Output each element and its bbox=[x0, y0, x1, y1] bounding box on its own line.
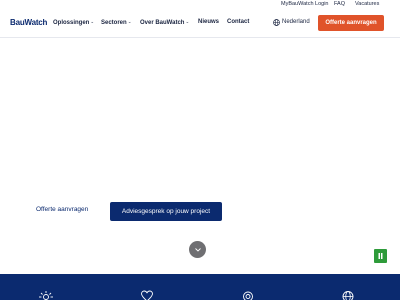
chevron-down-icon: ⌄ bbox=[185, 19, 190, 24]
nav-item-label: Oplossingen bbox=[53, 20, 90, 26]
heart-icon bbox=[141, 290, 153, 300]
globe-icon bbox=[273, 19, 280, 26]
bauwatch-logo[interactable]: BauWatch bbox=[10, 18, 47, 27]
top-utility-bar: MyBauWatch Login FAQ Vacatures bbox=[0, 0, 400, 10]
vacatures-link[interactable]: Vacatures bbox=[355, 1, 379, 7]
language-label: Nederland bbox=[282, 19, 310, 25]
adviesgesprek-button[interactable]: Adviesgesprek op jouw project bbox=[110, 202, 222, 221]
feature-band bbox=[0, 274, 400, 300]
chevron-down-icon: ⌄ bbox=[127, 19, 132, 24]
faq-link[interactable]: FAQ bbox=[334, 1, 345, 7]
sun-icon bbox=[39, 291, 53, 300]
nav-item-nieuws[interactable]: Nieuws bbox=[198, 19, 219, 25]
nav-item-sectoren[interactable]: Sectoren⌄ bbox=[101, 19, 131, 26]
chevron-down-icon: ⌄ bbox=[90, 19, 95, 24]
main-navbar: BauWatch Oplossingen⌄ Sectoren⌄ Over Bau… bbox=[0, 10, 400, 38]
nav-item-label: Contact bbox=[227, 19, 250, 25]
globe-icon bbox=[342, 291, 354, 300]
target-icon bbox=[243, 291, 253, 300]
nav-item-label: Nieuws bbox=[198, 19, 220, 25]
chevron-down-icon bbox=[194, 247, 201, 252]
pause-video-button[interactable] bbox=[374, 249, 387, 263]
nav-item-label: Over BauWatch bbox=[140, 20, 185, 26]
nav-item-contact[interactable]: Contact bbox=[227, 19, 249, 25]
nav-item-label: Sectoren bbox=[101, 20, 127, 26]
scroll-down-button[interactable] bbox=[189, 241, 206, 258]
mybauwatch-login-link[interactable]: MyBauWatch Login bbox=[281, 1, 329, 7]
offerte-aanvragen-link[interactable]: Offerte aanvragen bbox=[36, 206, 88, 213]
nav-item-over-bauwatch[interactable]: Over BauWatch⌄ bbox=[140, 19, 189, 26]
offerte-aanvragen-button[interactable]: Offerte aanvragen bbox=[318, 15, 384, 31]
pause-icon bbox=[378, 253, 383, 259]
nav-item-oplossingen[interactable]: Oplossingen⌄ bbox=[53, 19, 94, 26]
